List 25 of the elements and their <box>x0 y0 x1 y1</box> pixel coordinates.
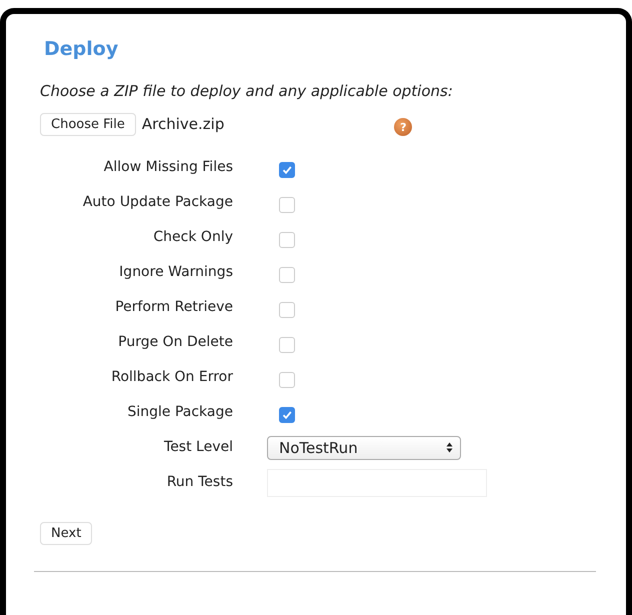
checkbox[interactable] <box>279 302 295 318</box>
choose-file-button[interactable]: Choose File <box>40 112 136 136</box>
test-level-label: Test Level <box>163 438 233 457</box>
checkbox[interactable] <box>279 196 295 212</box>
test-level-dropdown[interactable]: NoTestRun <box>267 436 461 460</box>
dropdown-arrows-icon <box>446 442 453 453</box>
file-name: Archive.zip <box>142 115 224 133</box>
option-label: Purge On Delete <box>117 333 233 352</box>
checkbox[interactable] <box>279 372 295 388</box>
option-label: Perform Retrieve <box>114 298 233 317</box>
option-label: Check Only <box>152 228 233 247</box>
page-title: Deploy <box>44 38 120 60</box>
checkbox[interactable] <box>279 406 295 422</box>
checkbox[interactable] <box>279 232 295 248</box>
option-label: Single Package <box>126 403 233 422</box>
instructions: Choose a ZIP file to deploy and any applicable options: <box>40 82 454 100</box>
run-tests-label: Run Tests <box>166 473 233 492</box>
checkbox[interactable] <box>279 336 295 352</box>
checkbox[interactable] <box>279 266 295 282</box>
checkbox[interactable] <box>279 162 295 178</box>
option-label: Rollback On Error <box>110 368 233 387</box>
option-label: Ignore Warnings <box>118 263 233 282</box>
option-label: Allow Missing Files <box>102 158 233 177</box>
option-label: Auto Update Package <box>82 193 233 212</box>
next-button[interactable]: Next <box>40 522 92 545</box>
